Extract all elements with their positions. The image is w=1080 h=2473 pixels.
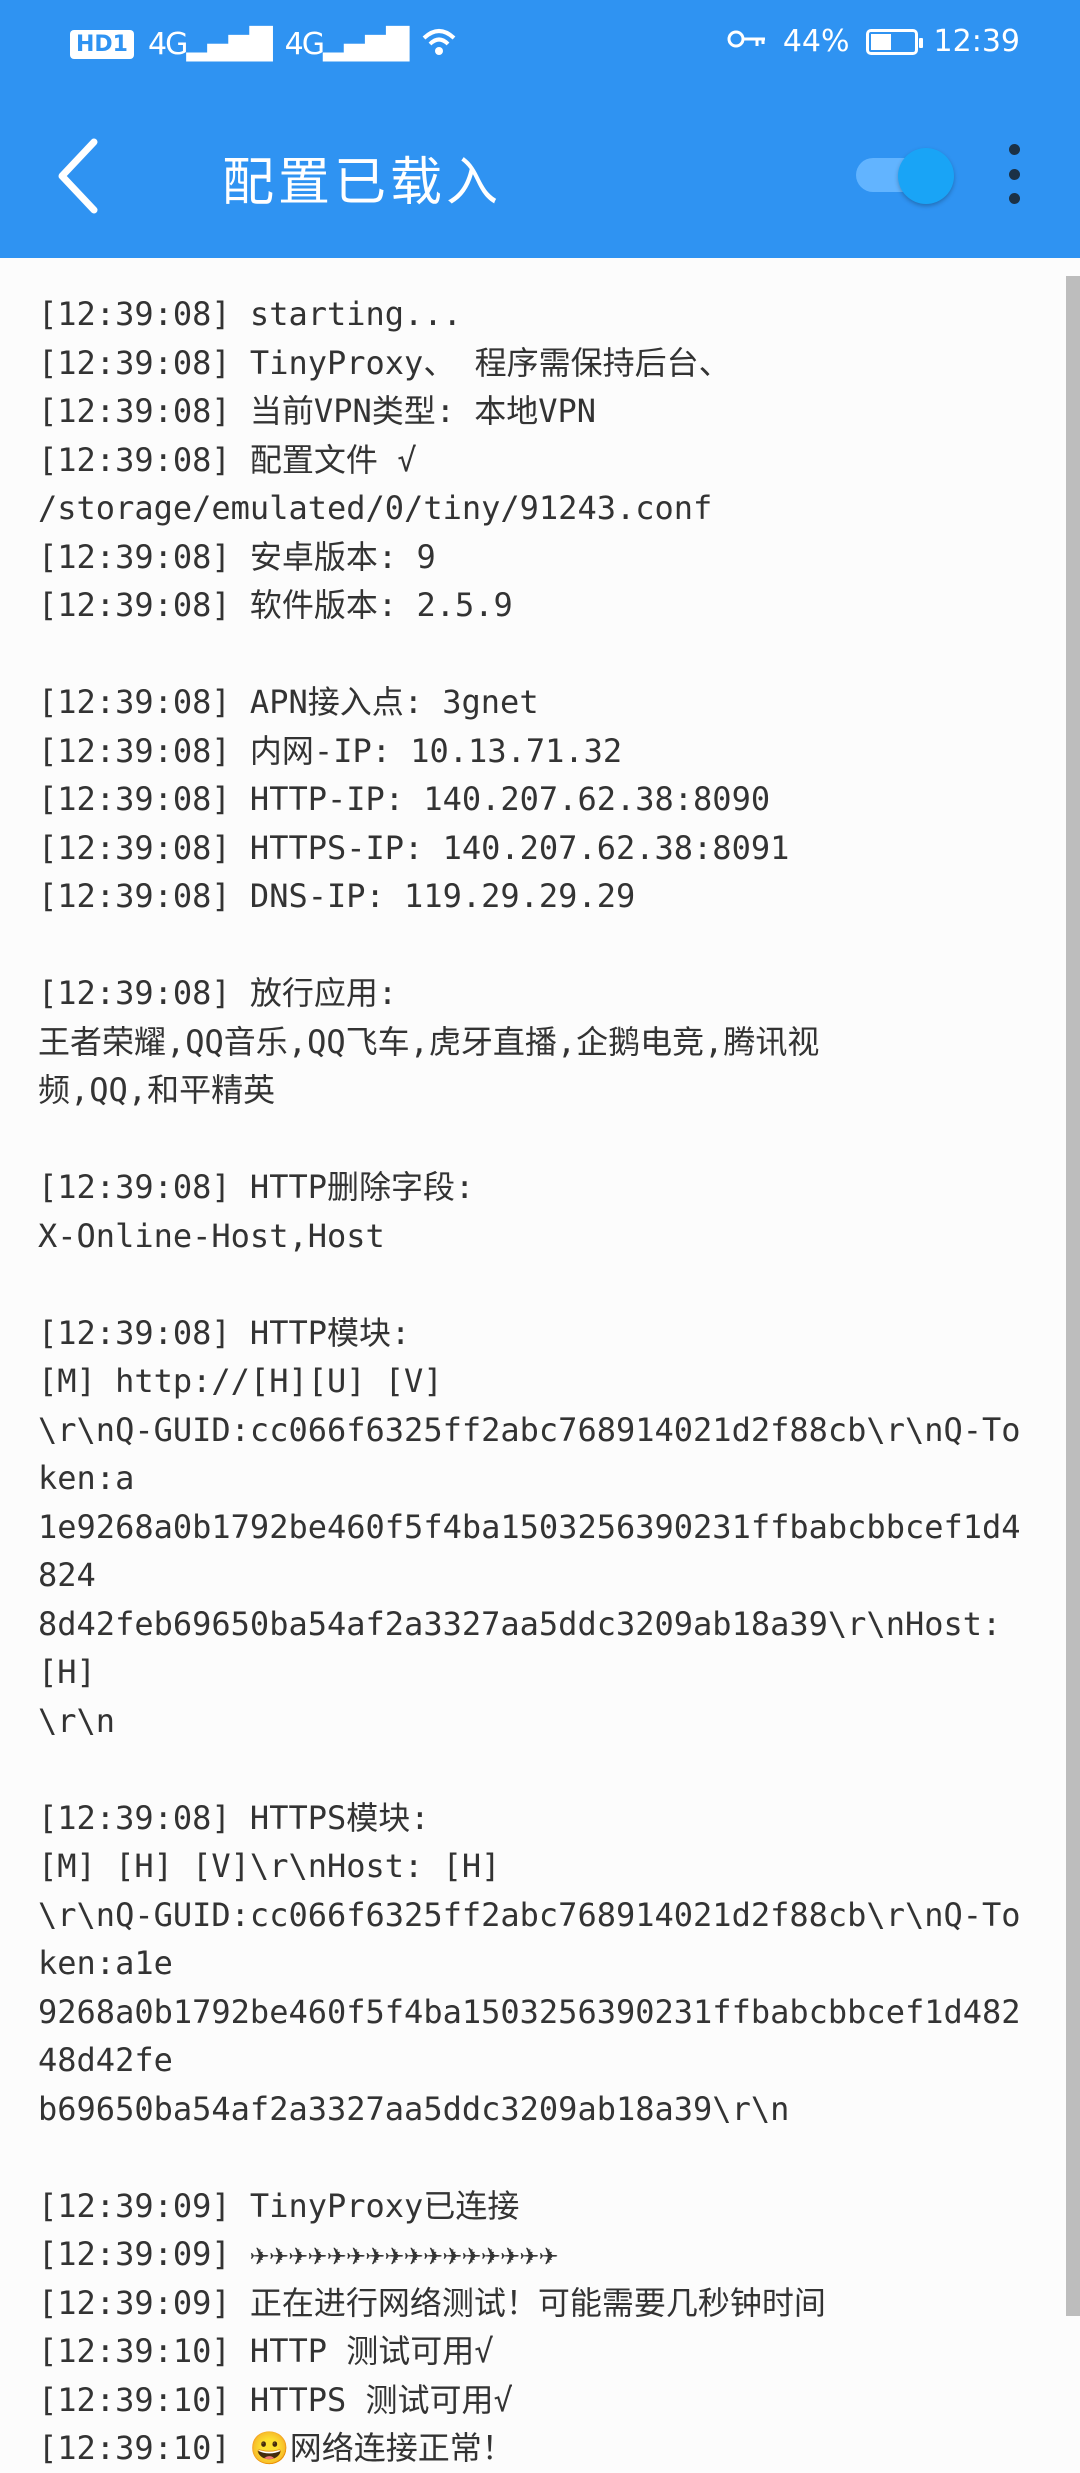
log-line: [12:39:08] 配置文件 √ <box>38 440 417 479</box>
status-bar: HD1 4G▂▄▆█ 4G▂▄▆█ 44% 12:39 <box>0 0 1080 92</box>
status-left: HD1 4G▂▄▆█ 4G▂▄▆█ <box>70 26 457 63</box>
log-line: [M] http://[H][U] [V] <box>38 1362 443 1400</box>
log-line: [12:39:10] HTTPS 测试可用√ <box>38 2380 513 2419</box>
more-dot <box>1008 144 1020 155</box>
log-line: 频,QQ,和平精英 <box>38 1071 276 1109</box>
more-vert-icon[interactable] <box>1000 144 1028 204</box>
back-arrow-icon[interactable] <box>50 134 110 218</box>
log-line: [12:39:10] 😀网络连接正常！ <box>38 2429 514 2467</box>
log-line: [12:39:08] 放行应用: <box>38 974 398 1012</box>
log-line: X-Online-Host,Host <box>38 1216 385 1255</box>
log-line: 1e9268a0b1792be460f5f4ba1503256390231ffb… <box>38 1507 1021 1595</box>
log-line: [12:39:08] 安卓版本: 9 <box>38 537 436 576</box>
log-line: 王者荣耀,QQ音乐,QQ飞车,虎牙直播,企鹅电竞,腾讯视 <box>38 1022 820 1061</box>
wifi-icon <box>421 26 457 63</box>
log-line: \r\nQ-GUID:cc066f6325ff2abc768914021d2f8… <box>38 1895 1021 1983</box>
battery-percent: 44% <box>782 24 850 59</box>
log-line: /storage/emulated/0/tiny/91243.conf <box>38 489 713 527</box>
battery-fill <box>870 33 891 50</box>
top-bar: HD1 4G▂▄▆█ 4G▂▄▆█ 44% 12:39 配置已载入 <box>0 0 1080 258</box>
battery-icon <box>865 28 923 55</box>
log-line: [M] [H] [V]\r\nHost: [H] <box>38 1847 501 1885</box>
log-output: [12:39:08] starting... [12:39:08] TinyPro… <box>38 290 1038 2473</box>
log-line: [12:39:08] HTTPS-IP: 140.207.62.38:8091 <box>38 828 790 867</box>
log-line: [12:39:08] starting... <box>38 295 462 333</box>
log-line: [12:39:08] HTTP模块: <box>38 1313 411 1352</box>
page-title: 配置已载入 <box>222 153 503 213</box>
vpn-toggle-switch[interactable] <box>856 146 956 206</box>
log-line: [12:39:08] HTTP-IP: 140.207.62.38:8090 <box>38 780 771 818</box>
hd-badge: HD1 <box>70 30 134 59</box>
key-icon <box>727 24 767 59</box>
log-line: [12:39:08] HTTP删除字段: <box>38 1168 475 1206</box>
log-line: \r\n <box>38 1701 116 1740</box>
log-line: [12:39:09] TinyProxy已连接 <box>38 2186 520 2225</box>
log-line: [12:39:10] HTTP 测试可用√ <box>38 2332 494 2370</box>
signal-icon-2: 4G▂▄▆█ <box>284 27 410 62</box>
toggle-knob <box>898 148 954 204</box>
status-right: 44% 12:39 <box>727 24 1020 59</box>
log-line: 9268a0b1792be460f5f4ba1503256390231ffbab… <box>38 1992 1021 2080</box>
log-line: [12:39:08] 内网-IP: 10.13.71.32 <box>38 731 623 770</box>
signal-icon-1: 4G▂▄▆█ <box>147 27 273 62</box>
log-line: [12:39:08] TinyProxy、 程序需保持后台、 <box>38 343 731 382</box>
log-line: 8d42feb69650ba54af2a3327aa5ddc3209ab18a3… <box>38 1604 1021 1692</box>
app-bar: 配置已载入 <box>0 92 1080 258</box>
log-line: [12:39:08] 当前VPN类型: 本地VPN <box>38 392 597 430</box>
log-line: [12:39:09] 正在进行网络测试！可能需要几秒钟时间 <box>38 2283 826 2322</box>
log-line: [12:39:08] HTTPS模块: <box>38 1798 430 1837</box>
log-line: [12:39:09] ✈✈✈✈✈✈✈✈✈✈✈✈✈✈✈✈ <box>38 2235 559 2273</box>
scrollbar[interactable] <box>1066 276 1080 2316</box>
log-line: b69650ba54af2a3327aa5ddc3209ab18a39\r\n <box>38 2089 790 2128</box>
log-line: \r\nQ-GUID:cc066f6325ff2abc768914021d2f8… <box>38 1410 1021 1498</box>
log-line: [12:39:08] 软件版本: 2.5.9 <box>38 586 513 624</box>
more-dot <box>1008 193 1020 204</box>
log-line: [12:39:08] DNS-IP: 119.29.29.29 <box>38 877 636 915</box>
clock: 12:39 <box>933 24 1020 59</box>
log-line: [12:39:08] APN接入点: 3gnet <box>38 683 539 721</box>
more-dot <box>1008 168 1020 180</box>
